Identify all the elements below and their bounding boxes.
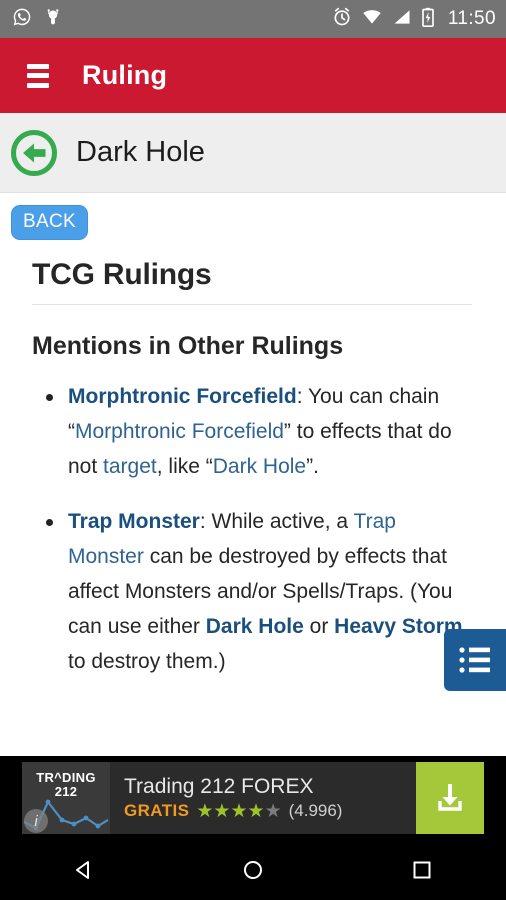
android-nav-bar — [0, 840, 506, 900]
battery-charging-icon — [421, 7, 435, 32]
section-heading-tcg-rulings: TCG Rulings — [32, 258, 212, 291]
ad-logo-line1: TR^DING — [36, 770, 96, 785]
ruling-link[interactable]: Morphtronic Forcefield — [75, 420, 284, 443]
app-bar-title: Ruling — [82, 60, 168, 90]
bulleted-list-icon[interactable] — [444, 629, 506, 691]
ad-download-button[interactable] — [416, 762, 484, 834]
section-heading-mentions: Mentions in Other Rulings — [32, 332, 344, 360]
ruling-text: ”. — [306, 455, 319, 478]
back-button[interactable]: BACK — [11, 205, 88, 240]
star-icon: ★ — [264, 800, 282, 822]
star-icon: ★ — [230, 800, 248, 822]
phone-screen: 11:50 Ruling Dark Hole BACK TCG Rulings … — [0, 0, 506, 900]
ruling-list-item: Trap Monster: While active, a Trap Monst… — [46, 504, 472, 679]
ruling-text: , like “ — [156, 455, 213, 478]
android-icon — [44, 7, 62, 32]
status-bar-system-icons: 11:50 — [332, 7, 496, 32]
ruling-link[interactable]: target — [103, 455, 157, 478]
heading-divider — [32, 304, 472, 305]
ruling-list-item: Morphtronic Forcefield: You can chain “M… — [46, 379, 472, 484]
nav-home-circle-icon[interactable] — [213, 840, 293, 900]
page-title: Dark Hole — [76, 136, 205, 168]
status-bar: 11:50 — [0, 0, 506, 38]
ruling-link[interactable]: Dark Hole — [213, 455, 306, 478]
whatsapp-icon — [12, 7, 32, 32]
wifi-icon — [361, 7, 383, 32]
ruling-text: or — [303, 615, 335, 638]
star-icon: ★ — [196, 800, 214, 822]
ad-logo-text: TR^DING 212 — [22, 771, 110, 799]
rulings-list: Morphtronic Forcefield: You can chain “M… — [0, 379, 506, 679]
signal-icon — [392, 7, 412, 32]
ruling-link-bold[interactable]: Trap Monster — [68, 510, 200, 533]
back-arrow-circle-icon[interactable] — [9, 128, 59, 178]
ad-banner[interactable]: TR^DING 212 i Trading 212 FOREX GRATIS ★… — [0, 756, 506, 840]
ruling-text: to destroy them.) — [68, 650, 226, 673]
app-bar: Ruling — [0, 38, 506, 113]
ruling-link-bold[interactable]: Morphtronic Forcefield — [68, 385, 297, 408]
ruling-link-bold[interactable]: Dark Hole — [206, 615, 304, 638]
hamburger-menu-icon[interactable] — [27, 63, 49, 88]
sub-header: Dark Hole — [0, 113, 506, 193]
ad-text-block: Trading 212 FOREX GRATIS ★ ★ ★ ★ ★ (4.996) — [124, 775, 416, 821]
ad-info-icon[interactable]: i — [24, 809, 48, 833]
nav-recents-square-icon[interactable] — [382, 840, 462, 900]
ad-price-label: GRATIS — [124, 801, 190, 820]
status-bar-clock: 11:50 — [447, 8, 496, 29]
ad-title: Trading 212 FOREX — [124, 775, 314, 798]
star-icon: ★ — [213, 800, 231, 822]
status-bar-notifications — [12, 7, 62, 32]
ad-rating-count: (4.996) — [288, 801, 343, 820]
ad-banner-inner[interactable]: TR^DING 212 i Trading 212 FOREX GRATIS ★… — [22, 762, 484, 834]
ruling-text: : While active, a — [199, 510, 354, 533]
ad-logo-line2: 212 — [54, 784, 78, 799]
alarm-icon — [332, 7, 352, 32]
ruling-content: BACK TCG Rulings Mentions in Other Rulin… — [0, 193, 506, 756]
ad-advertiser-logo: TR^DING 212 i — [22, 762, 110, 834]
ad-subline: GRATIS ★ ★ ★ ★ ★ (4.996) — [124, 801, 416, 821]
nav-back-triangle-icon[interactable] — [44, 840, 124, 900]
star-icon: ★ — [247, 800, 265, 822]
ad-rating-stars: ★ ★ ★ ★ ★ — [196, 802, 281, 821]
